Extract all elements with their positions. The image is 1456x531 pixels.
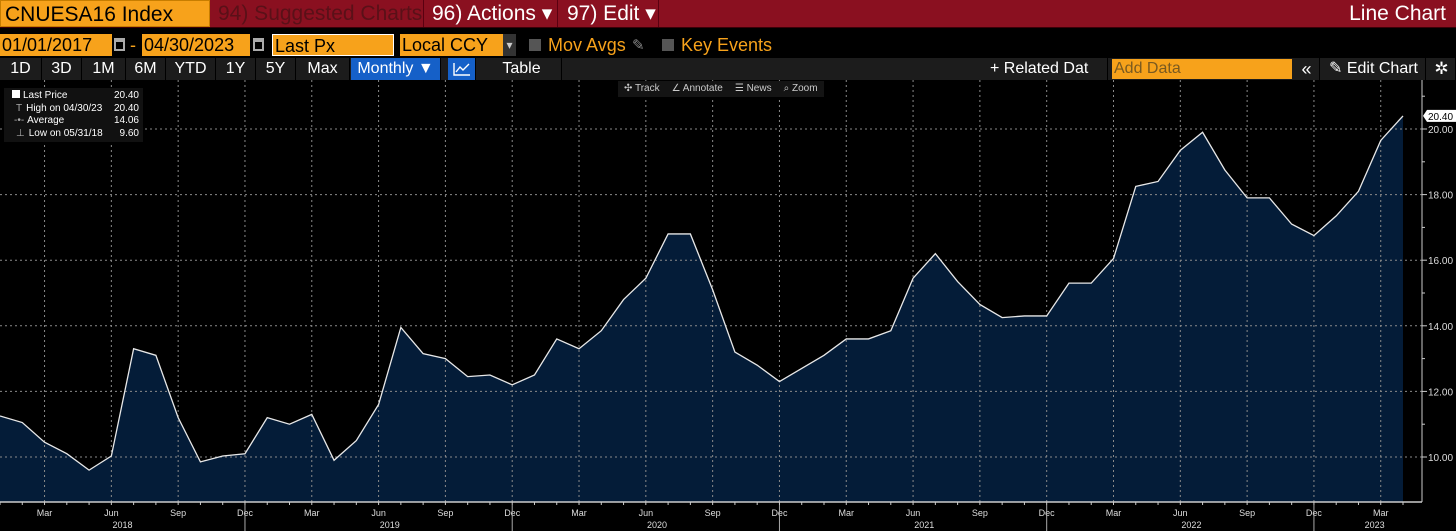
legend-value: 9.60 [119, 127, 139, 139]
line-chart-icon[interactable] [448, 58, 476, 80]
series-swatch-icon [12, 90, 20, 98]
title-bar: CNUESA16 Index 94) Suggested Charts 96) … [0, 0, 1456, 28]
x-year-label: 2018 [112, 520, 132, 530]
chart-toolbar: 1D 3D 1M 6M YTD 1Y 5Y Max Monthly ▼ Tabl… [0, 58, 1456, 80]
legend-value: 20.40 [113, 102, 139, 114]
y-tick-label: 16.00 [1428, 256, 1453, 267]
x-tick-label: Sep [170, 508, 186, 518]
legend-low: ⊥ Low on 05/31/18 9.60 [8, 128, 143, 141]
legend-value: 14.06 [113, 115, 139, 126]
y-tick-label: 18.00 [1428, 191, 1453, 202]
x-tick-label: Jun [104, 508, 119, 518]
period-1y[interactable]: 1Y [216, 58, 256, 80]
ticker-field[interactable]: CNUESA16 Index [0, 0, 210, 27]
chart-legend: Last Price 20.40 T High on 04/30/23 20.40 -… [4, 88, 143, 142]
x-tick-label: Mar [571, 508, 587, 518]
period-5y[interactable]: 5Y [256, 58, 296, 80]
period-ytd[interactable]: YTD [166, 58, 216, 80]
x-tick-label: Jun [906, 508, 921, 518]
x-tick-label: Mar [1106, 508, 1122, 518]
annotate-tool[interactable]: ∠ Annotate [672, 81, 723, 97]
add-data-input[interactable]: Add Data [1112, 59, 1292, 79]
track-tool[interactable]: ✣ Track [624, 81, 660, 97]
key-events-checkbox[interactable] [662, 39, 674, 51]
x-tick-label: Sep [437, 508, 453, 518]
x-tick-label: Mar [839, 508, 855, 518]
pencil-icon[interactable]: ✎ [632, 36, 645, 54]
x-tick-label: Mar [37, 508, 53, 518]
legend-label: High on 04/30/23 [26, 102, 103, 114]
x-tick-label: Sep [1239, 508, 1255, 518]
chevron-down-icon[interactable]: ▾ [503, 34, 516, 56]
line-chart[interactable]: 10.0012.0014.0016.0018.0020.00Mar Jun Sep D… [0, 80, 1456, 531]
period-max[interactable]: Max [296, 58, 350, 80]
key-events-label: Key Events [681, 35, 773, 55]
suggested-charts-button[interactable]: 94) Suggested Charts [212, 0, 424, 27]
date-separator: - [130, 35, 136, 55]
edit-menu[interactable]: 97) Edit ▾ [559, 0, 659, 27]
legend-value: 20.40 [113, 90, 139, 101]
x-tick-label: Mar [1373, 508, 1389, 518]
x-tick-label: Jun [639, 508, 654, 518]
field-select[interactable]: Last Px [272, 34, 394, 56]
calendar-icon[interactable] [114, 38, 125, 51]
date-controls: 01/01/2017 - 04/30/2023 Last Px Local CC… [0, 34, 1456, 58]
period-1m[interactable]: 1M [82, 58, 126, 80]
start-date-input[interactable]: 01/01/2017 [0, 34, 112, 56]
y-tick-label: 20.00 [1428, 125, 1453, 136]
y-tick-label: 12.00 [1428, 387, 1453, 398]
period-3d[interactable]: 3D [42, 58, 82, 80]
end-date-input[interactable]: 04/30/2023 [142, 34, 250, 56]
related-data-button[interactable]: + Related Dat [984, 58, 1108, 80]
x-year-label: 2022 [1181, 520, 1201, 530]
period-1d[interactable]: 1D [0, 58, 42, 80]
legend-label: Last Price [23, 90, 68, 101]
frequency-dropdown[interactable]: Monthly ▼ [351, 58, 441, 80]
period-6m[interactable]: 6M [126, 58, 166, 80]
gear-icon[interactable]: ✲ [1428, 58, 1456, 80]
x-year-label: 2020 [647, 520, 667, 530]
last-value-label: 20.40 [1428, 112, 1453, 123]
x-tick-label: Jun [371, 508, 386, 518]
mov-avgs-label: Mov Avgs [548, 35, 626, 55]
x-tick-label: Mar [304, 508, 320, 518]
x-year-label: 2021 [914, 520, 934, 530]
low-marker-icon: ⊥ [16, 127, 25, 139]
x-tick-label: Sep [972, 508, 988, 518]
legend-average: -•- Average 14.06 [8, 115, 143, 128]
x-year-label: 2023 [1365, 520, 1385, 530]
legend-label: Average [27, 115, 65, 126]
area-fill [0, 115, 1404, 502]
mov-avgs-checkbox[interactable] [529, 39, 541, 51]
high-marker-icon: T [16, 102, 23, 114]
table-button[interactable]: Table [482, 58, 562, 80]
currency-select[interactable]: Local CCY [400, 34, 503, 56]
calendar-icon[interactable] [253, 38, 264, 51]
chart-tools: ✣ Track ∠ Annotate ☰ News ⌕ Zoom [618, 81, 824, 97]
legend-last-price[interactable]: Last Price 20.40 [8, 90, 143, 103]
average-marker-icon: -•- [14, 115, 25, 126]
actions-menu[interactable]: 96) Actions ▾ [424, 0, 558, 27]
x-year-label: 2019 [380, 520, 400, 530]
x-tick-label: Sep [705, 508, 721, 518]
legend-high: T High on 04/30/23 20.40 [8, 103, 143, 116]
y-tick-label: 10.00 [1428, 453, 1453, 464]
legend-label: Low on 05/31/18 [28, 127, 103, 139]
collapse-icon[interactable]: « [1294, 58, 1320, 80]
edit-chart-button[interactable]: ✎ Edit Chart [1322, 58, 1426, 80]
view-title: Line Chart [1349, 2, 1446, 25]
news-tool[interactable]: ☰ News [735, 81, 772, 97]
y-tick-label: 14.00 [1428, 322, 1453, 333]
zoom-tool[interactable]: ⌕ Zoom [784, 81, 818, 97]
x-tick-label: Jun [1173, 508, 1188, 518]
